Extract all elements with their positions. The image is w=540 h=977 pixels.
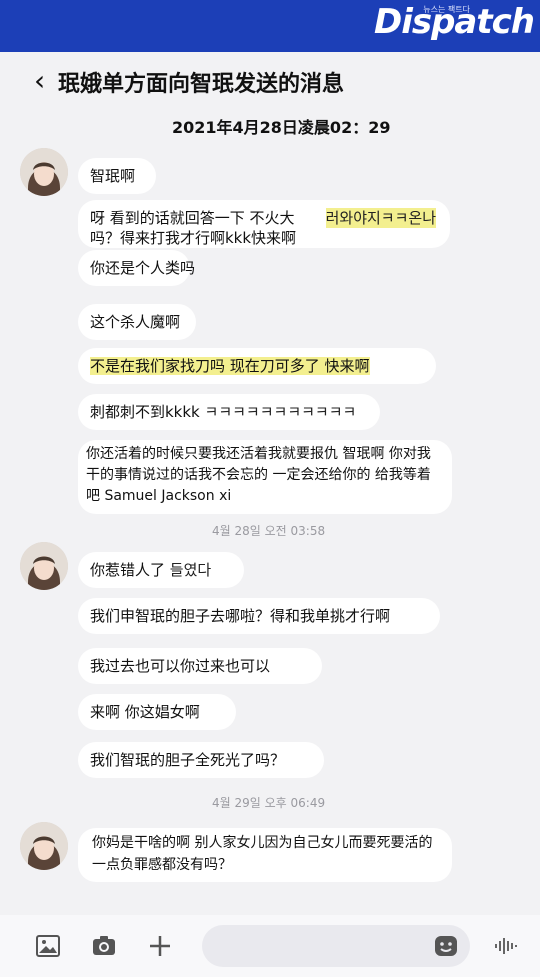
plus-icon[interactable] (148, 935, 172, 957)
message-bubble[interactable]: 我过去也可以你过来也可以 (78, 648, 322, 684)
chat-screen: ‹ 珉娥单方面向智珉发送的消息 2021年4月28日凌晨02：29 智珉啊 呀 … (0, 52, 540, 977)
message-bubble[interactable]: 智珉啊 (78, 158, 156, 194)
message-bubble[interactable]: 你妈是干啥的啊 别人家女儿因为自己女儿而要死要活的 一点负罪感都没有吗？ (78, 828, 452, 882)
camera-icon[interactable] (92, 935, 116, 957)
message-text: 你还活着的时候只要我还活着我就要报仇 智珉啊 你对我干的事情说过的话我不会忘的 … (86, 446, 431, 504)
message-input-bar (0, 915, 540, 977)
message-text: 你还是个人类吗 (90, 259, 196, 277)
message-bubble[interactable]: 不是在我们家找刀吗 现在刀可多了 快来啊 (78, 348, 436, 384)
message-text: 我们智珉的胆子全死光了吗？ (90, 751, 286, 769)
sender-avatar[interactable] (20, 822, 68, 870)
timestamp: 4월 28일 오전 03:58 (212, 524, 326, 538)
avatar-image (20, 148, 68, 196)
emoji-icon[interactable] (434, 935, 458, 957)
avatar-image (20, 542, 68, 590)
message-bubble[interactable]: 你还活着的时候只要我还活着我就要报仇 智珉啊 你对我干的事情说过的话我不会忘的 … (78, 440, 452, 514)
message-bubble[interactable]: 你惹错人了 들였다 (78, 552, 244, 588)
voice-icon[interactable] (494, 935, 518, 957)
message-text: 这个杀人魔啊 (90, 313, 181, 331)
message-bubble[interactable]: 你还是个人类吗 (78, 250, 195, 286)
message-text: 我过去也可以你过来也可以 (90, 657, 271, 675)
message-bubble[interactable]: 这个杀人魔啊 (78, 304, 196, 340)
message-text: 呀 看到的话就回答一下 不火大吗？得来打我才行啊kkk快来啊 (90, 209, 297, 247)
message-text: 不是在我们家找刀吗 现在刀可多了 快来啊 (90, 357, 370, 375)
image-icon[interactable] (36, 935, 60, 957)
message-bubble[interactable]: 我们智珉的胆子全死光了吗？ (78, 742, 324, 778)
chat-header: ‹ 珉娥单方面向智珉发送的消息 (0, 52, 540, 108)
back-button[interactable]: ‹ (34, 64, 45, 97)
message-bubble[interactable]: 来啊 你这娼女啊 (78, 694, 236, 730)
sender-avatar[interactable] (20, 148, 68, 196)
message-bubble[interactable]: 呀 看到的话就回答一下 不火大吗？得来打我才行啊kkk快来啊 러와야지ㅋㅋ온나 (78, 200, 450, 248)
message-text: 你惹错人了 (90, 561, 166, 579)
korean-original-text: 러와야지ㅋㅋ온나 (325, 208, 436, 228)
dispatch-logo: Dispatch (373, 2, 535, 42)
message-text: 我们申智珉的胆子去哪啦？得和我单挑才行啊 (90, 607, 391, 625)
message-bubble[interactable]: 刺都刺不到kkkk ㅋㅋㅋㅋㅋㅋㅋㅋㅋㅋㅋ (78, 394, 380, 430)
message-bubble[interactable]: 我们申智珉的胆子去哪啦？得和我单挑才行啊 (78, 598, 440, 634)
korean-original-text: ㅋㅋㅋㅋㅋㅋㅋㅋㅋㅋㅋ (204, 403, 357, 421)
message-text: 你妈是干啥的啊 别人家女儿因为自己女儿而要死要活的 一点负罪感都没有吗？ (92, 835, 433, 873)
timestamp: 4월 29일 오후 06:49 (212, 796, 326, 810)
date-time-label: 2021年4月28日凌晨02：29 (172, 118, 391, 137)
message-text: 刺都刺不到kkkk (90, 403, 200, 421)
message-text: 来啊 你这娼女啊 (90, 703, 200, 721)
chat-title: 珉娥单方面向智珉发送的消息 (58, 72, 345, 97)
avatar-image (20, 822, 68, 870)
message-input[interactable] (202, 925, 470, 967)
sender-avatar[interactable] (20, 542, 68, 590)
korean-original-text: 들였다 (169, 561, 212, 579)
dispatch-banner: 뉴스는 팩트다 Dispatch (0, 0, 540, 52)
message-text: 智珉啊 (90, 167, 136, 185)
